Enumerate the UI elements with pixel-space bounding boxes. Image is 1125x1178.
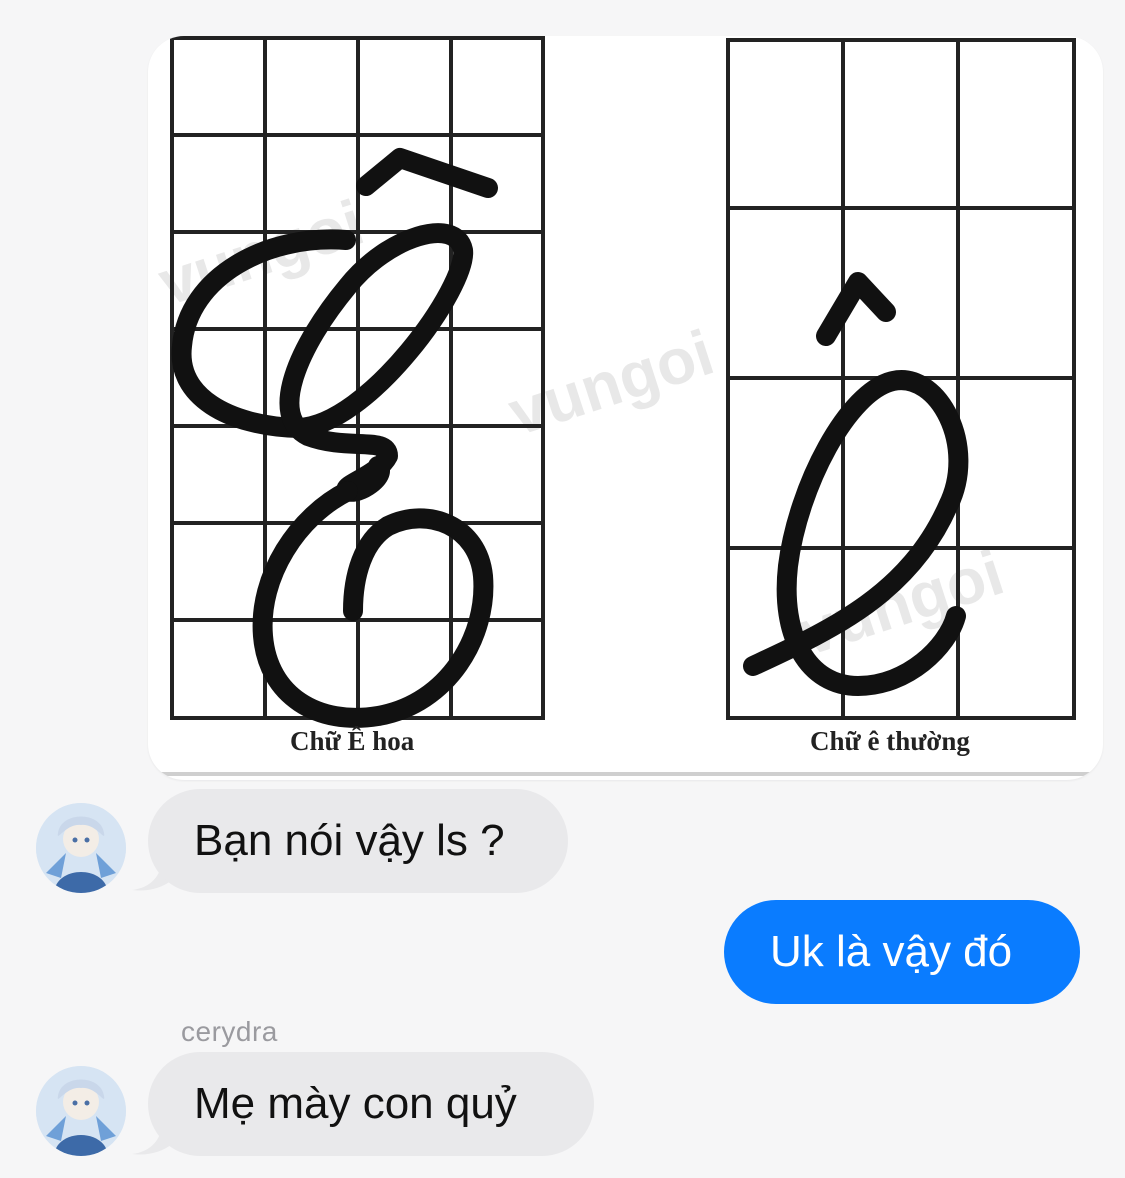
avatar-image (36, 1066, 126, 1156)
avatar[interactable] (36, 1066, 126, 1156)
sender-name: cerydra (181, 1016, 278, 1047)
handwriting-grid-figure: vungoi vungoi vungoi (148, 36, 1103, 776)
watermark: vungoi (500, 316, 722, 449)
message-bubble-incoming[interactable]: Bạn nói vậy ls ? (148, 789, 568, 893)
caption-right: Chữ ê thường (810, 726, 970, 756)
message-bubble-outgoing[interactable]: Uk là vậy đó (724, 900, 1080, 1004)
message-bubble-incoming[interactable]: Mẹ mày con quỷ (148, 1052, 594, 1156)
caption-left: Chữ Ê hoa (290, 726, 415, 756)
avatar[interactable] (36, 803, 126, 893)
watermark: vungoi (790, 536, 1012, 669)
shared-image[interactable]: vungoi vungoi vungoi Chữ Ê hoa Chữ ê thư… (148, 36, 1103, 780)
avatar-image (36, 803, 126, 893)
